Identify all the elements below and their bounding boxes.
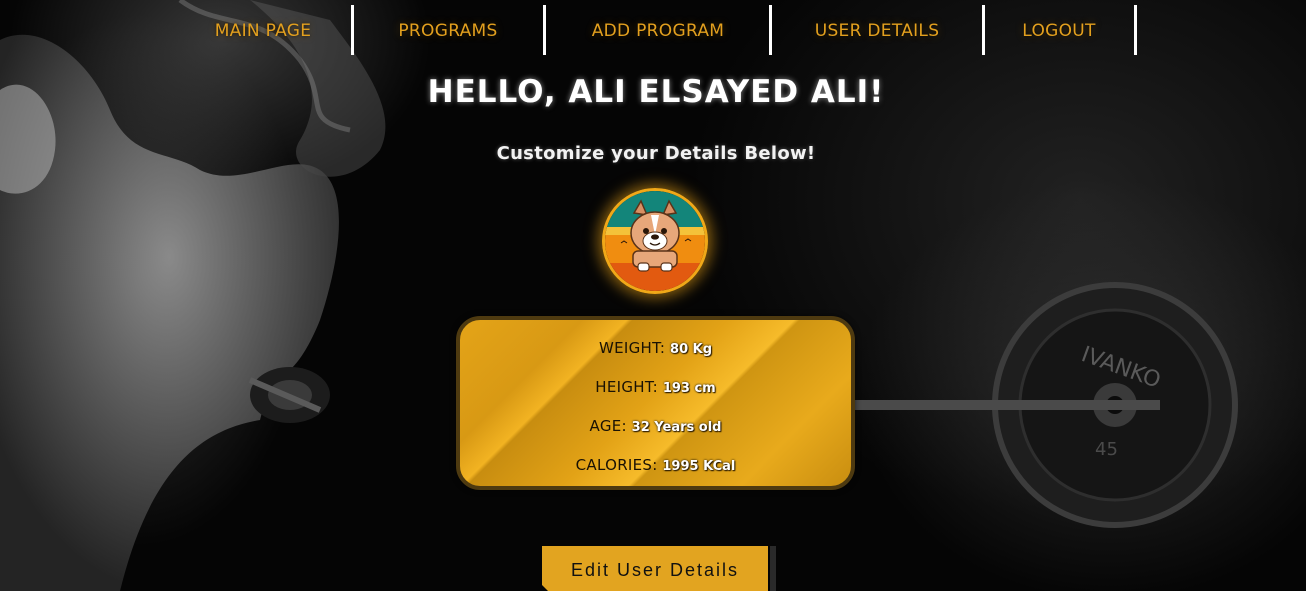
age-row: AGE: 32 Years old: [460, 417, 851, 435]
profile-avatar[interactable]: [602, 188, 708, 294]
nav-divider: [982, 5, 985, 55]
customize-subtitle: Customize your Details Below!: [496, 143, 816, 164]
height-value: 193 cm: [662, 381, 716, 396]
nav-divider: [543, 5, 546, 55]
calories-label: CALORIES:: [575, 456, 658, 474]
weight-value: 80 Kg: [670, 342, 713, 357]
nav-programs[interactable]: PROGRAMS: [356, 5, 540, 55]
nav-logout[interactable]: LOGOUT: [986, 5, 1132, 55]
user-details-page: IVANKO 45 MAIN PAGE PROGRAMS ADD PROGRAM…: [0, 0, 1306, 591]
nav-user-details[interactable]: USER DETAILS: [774, 5, 980, 55]
nav-add-program[interactable]: ADD PROGRAM: [548, 5, 768, 55]
age-label: AGE:: [589, 417, 627, 435]
calories-row: CALORIES: 1995 KCal: [460, 456, 851, 474]
barbell-background-image: IVANKO 45: [830, 282, 1238, 528]
height-label: HEIGHT:: [595, 378, 659, 396]
nav-main-page[interactable]: MAIN PAGE: [178, 5, 348, 55]
svg-text:45: 45: [1095, 439, 1118, 460]
greeting-heading: HELLO, ALI ELSAYED ALI!: [427, 74, 885, 110]
edit-button-edge: [770, 546, 776, 591]
main-navigation: MAIN PAGE PROGRAMS ADD PROGRAM USER DETA…: [0, 5, 1306, 55]
nav-divider: [1134, 5, 1137, 55]
weight-label: WEIGHT:: [598, 339, 666, 357]
bulldog-avatar-icon: [605, 191, 705, 291]
weight-row: WEIGHT: 80 Kg: [460, 339, 851, 357]
height-row: HEIGHT: 193 cm: [460, 378, 851, 396]
calories-value: 1995 KCal: [662, 459, 736, 474]
age-value: 32 Years old: [631, 420, 722, 435]
nav-divider: [769, 5, 772, 55]
user-stats-card: WEIGHT: 80 Kg HEIGHT: 193 cm AGE: 32 Yea…: [456, 316, 855, 490]
nav-divider: [351, 5, 354, 55]
edit-user-details-button[interactable]: Edit User Details: [542, 546, 776, 591]
edit-button-label: Edit User Details: [570, 560, 740, 580]
